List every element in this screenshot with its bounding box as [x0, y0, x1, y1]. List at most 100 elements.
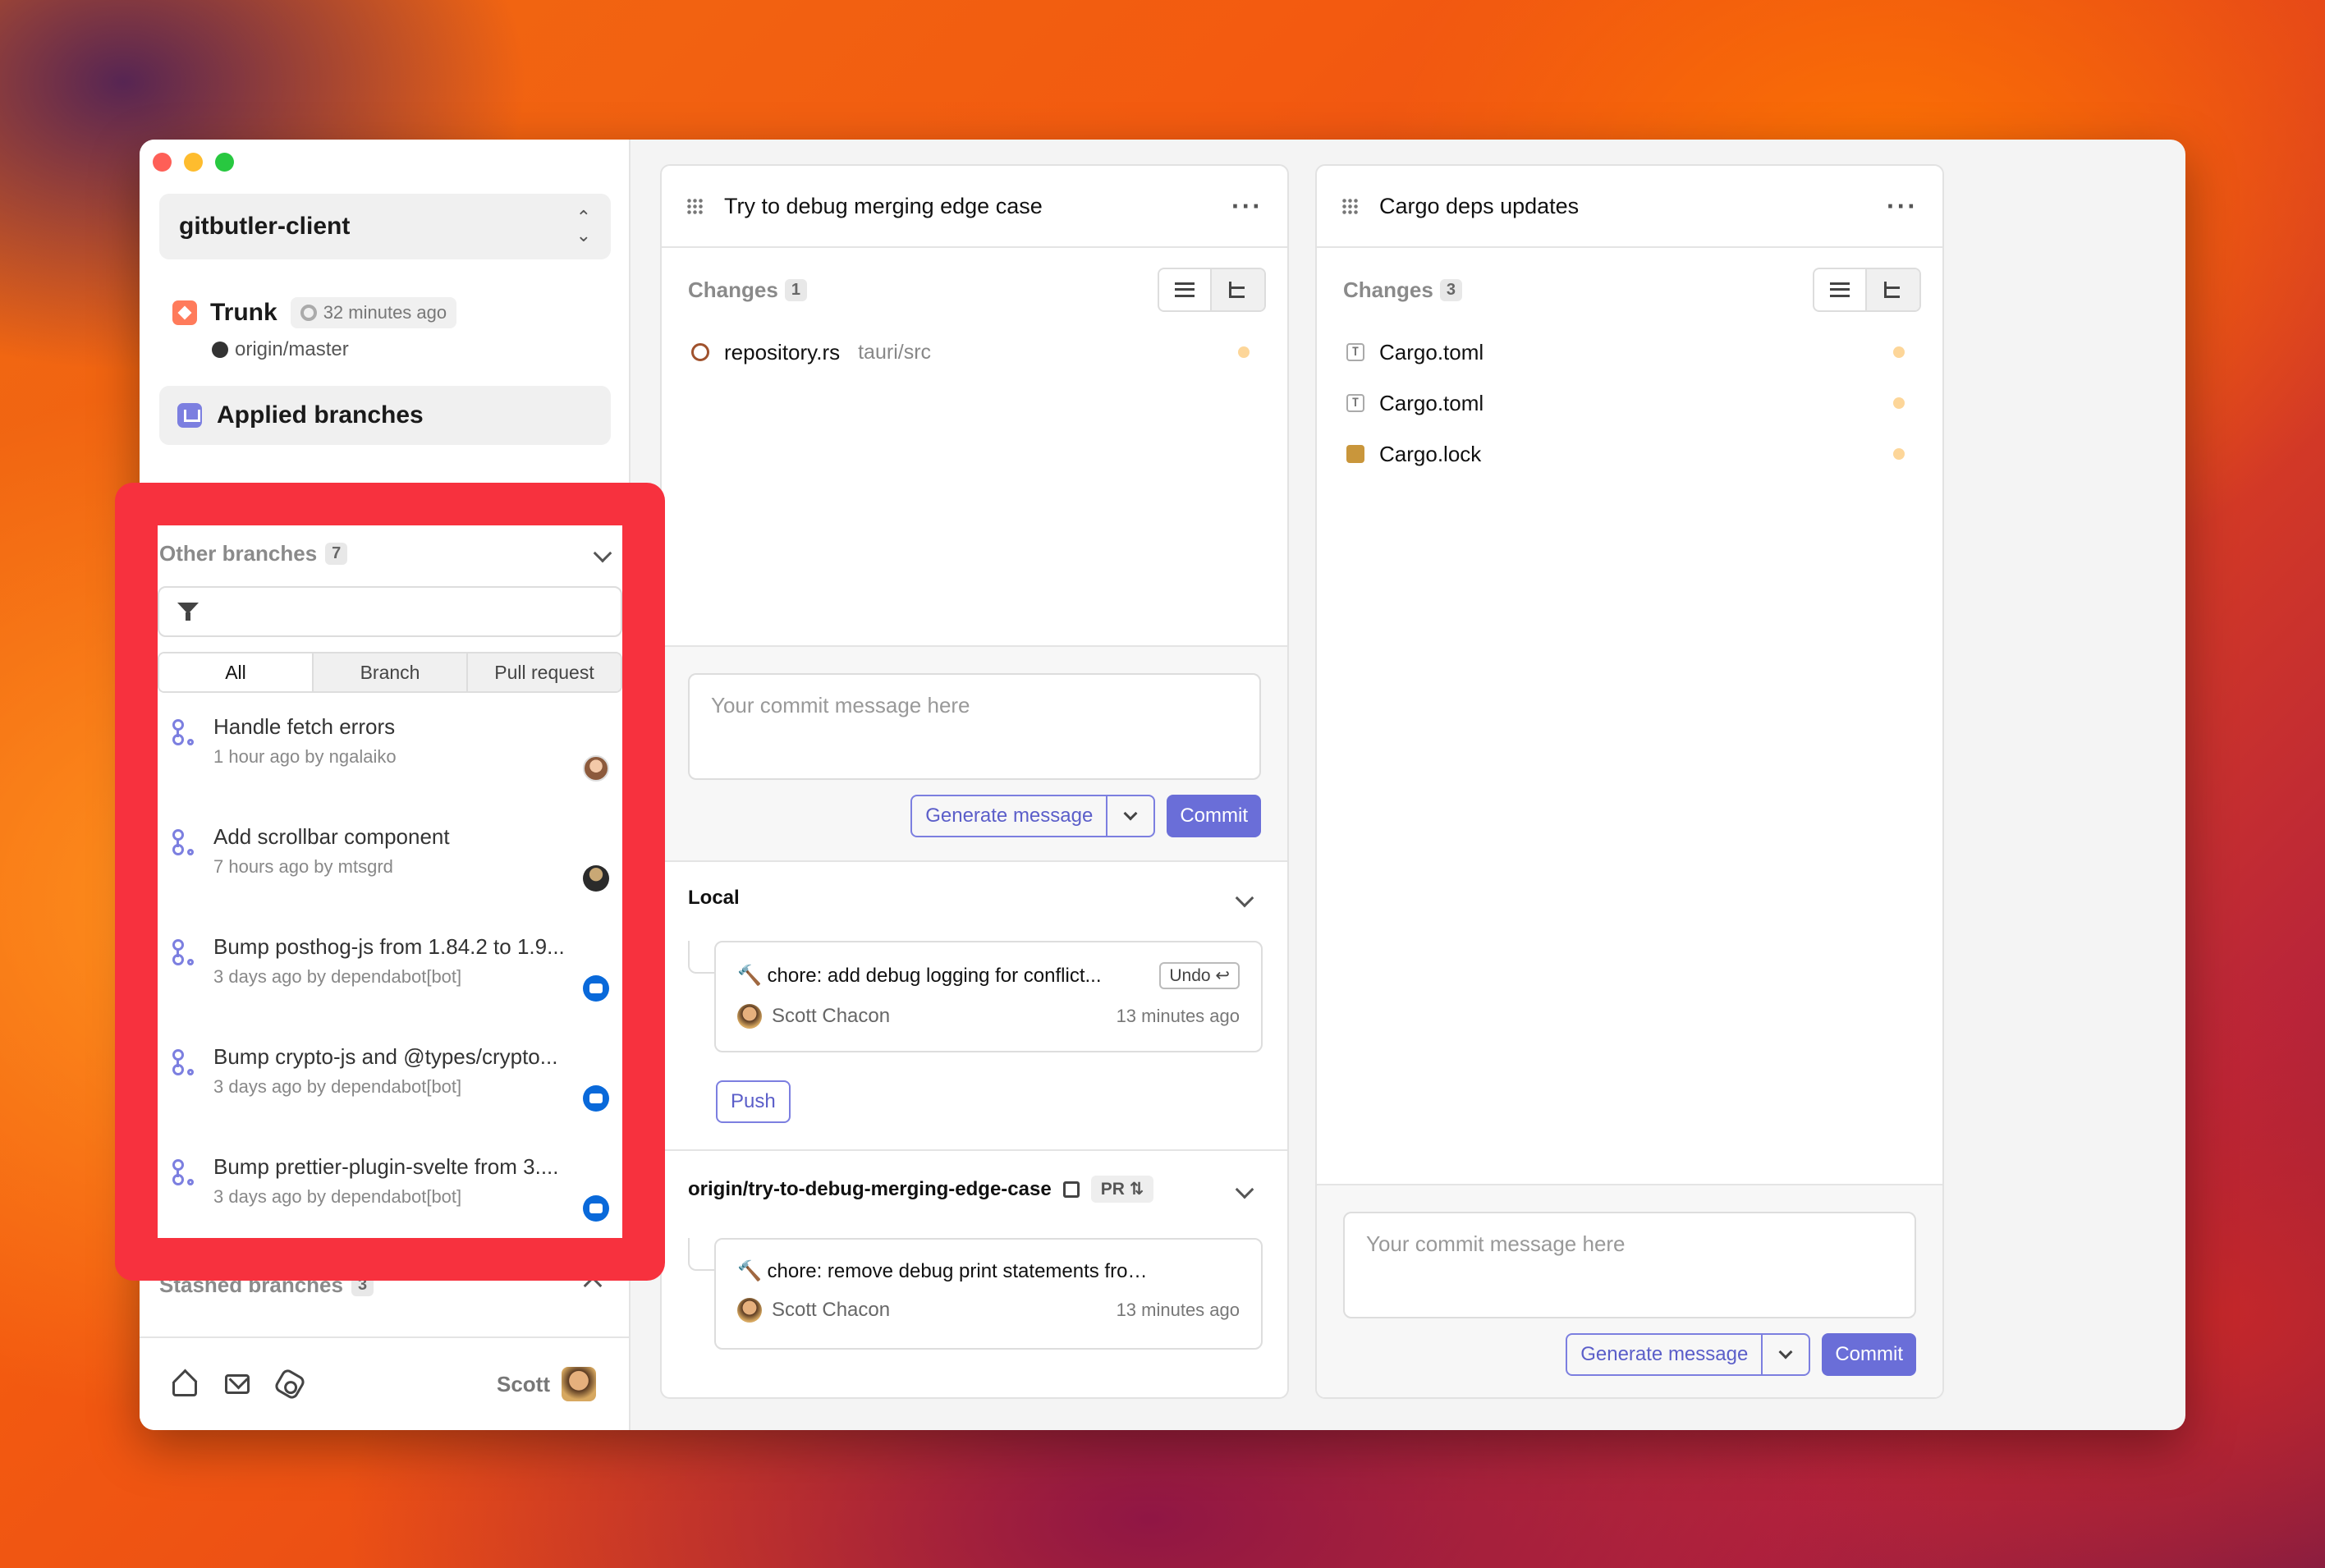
- window-controls: [153, 153, 234, 172]
- file-row[interactable]: T Cargo.toml: [1346, 378, 1916, 429]
- remote-branch-name[interactable]: origin/try-to-debug-merging-edge-case: [688, 1178, 1052, 1201]
- commit-area: Your commit message here Generate messag…: [1317, 1184, 1942, 1397]
- undo-button[interactable]: Undo ↩: [1159, 962, 1240, 989]
- modified-status-dot: [1893, 448, 1905, 460]
- remote-commits-section: origin/try-to-debug-merging-edge-case PR…: [662, 1149, 1287, 1397]
- list-item[interactable]: Add scrollbar component 7 hours ago by m…: [158, 824, 622, 934]
- commit-author: Scott Chacon: [737, 1298, 890, 1323]
- changes-count-badge: 1: [784, 278, 807, 301]
- external-link-icon[interactable]: [1062, 1181, 1080, 1198]
- list-item[interactable]: Bump crypto-js and @types/crypto... 3 da…: [158, 1044, 622, 1154]
- chevron-down-icon[interactable]: [1235, 888, 1254, 908]
- tab-pull-request[interactable]: Pull request: [468, 653, 621, 691]
- generate-options-dropdown[interactable]: [1107, 796, 1153, 836]
- changes-count-badge: 3: [1439, 278, 1462, 301]
- applied-branches-nav[interactable]: Applied branches: [159, 386, 611, 445]
- filter-icon: [177, 601, 199, 622]
- view-mode-toggle: [1813, 268, 1921, 312]
- list-item[interactable]: Bump posthog-js from 1.84.2 to 1.9... 3 …: [158, 934, 622, 1044]
- view-mode-toggle: [1158, 268, 1266, 312]
- changes-title: Changes 1: [688, 277, 807, 303]
- commit-author: Scott Chacon: [737, 1004, 890, 1029]
- mail-icon[interactable]: [225, 1374, 250, 1394]
- close-button[interactable]: [153, 153, 172, 172]
- trunk-remote: origin/master: [212, 338, 456, 361]
- pr-badge[interactable]: PR ⇅: [1090, 1176, 1154, 1203]
- remote-section-header[interactable]: origin/try-to-debug-merging-edge-case PR…: [662, 1151, 1287, 1203]
- branch-subtitle: 7 hours ago by mtsgrd: [213, 856, 393, 877]
- local-section-title: Local: [688, 887, 740, 909]
- modified-status-dot: [1893, 346, 1905, 358]
- file-row[interactable]: Cargo.lock: [1346, 429, 1916, 479]
- avatar: [583, 865, 609, 892]
- other-branches-header[interactable]: Other branches 7: [158, 525, 622, 571]
- generate-message-button[interactable]: Generate message: [1567, 1335, 1763, 1374]
- file-name: repository.rs: [724, 339, 841, 364]
- commit-card[interactable]: 🔨 chore: add debug logging for conflict.…: [714, 941, 1263, 1052]
- branch-subtitle: 3 days ago by dependabot[bot]: [213, 966, 462, 987]
- commit-graph-line: [688, 1238, 716, 1271]
- trunk-section[interactable]: Trunk 32 minutes ago origin/master: [172, 297, 457, 361]
- local-section-header[interactable]: Local: [662, 862, 1287, 910]
- avatar: [737, 1004, 762, 1029]
- home-icon[interactable]: [172, 1382, 197, 1396]
- avatar: [562, 1367, 596, 1401]
- drag-handle-icon[interactable]: [686, 198, 703, 214]
- commit-author-name: Scott Chacon: [772, 1299, 891, 1321]
- branch-title: Bump prettier-plugin-svelte from 3....: [213, 1154, 559, 1179]
- generate-message-button[interactable]: Generate message: [912, 796, 1108, 836]
- user-profile[interactable]: Scott: [497, 1367, 596, 1401]
- push-button[interactable]: Push: [716, 1080, 791, 1123]
- tree-view-button[interactable]: [1212, 269, 1264, 310]
- toml-file-icon: T: [1346, 394, 1364, 412]
- branch-title: Bump crypto-js and @types/crypto...: [213, 1044, 558, 1069]
- tree-view-button[interactable]: [1867, 269, 1919, 310]
- modified-status-dot: [1238, 346, 1250, 358]
- maximize-button[interactable]: [215, 153, 234, 172]
- tab-all[interactable]: All: [159, 653, 314, 691]
- commit-button[interactable]: Commit: [1822, 1333, 1916, 1376]
- lane-header[interactable]: Try to debug merging edge case ···: [662, 166, 1287, 248]
- drag-handle-icon[interactable]: [1341, 198, 1358, 214]
- more-options-icon[interactable]: ···: [1887, 191, 1918, 222]
- commit-message: 🔨 chore: add debug logging for conflict.…: [737, 965, 1102, 987]
- other-branches-count-badge: 7: [325, 542, 348, 565]
- generate-message-button-group: Generate message: [910, 795, 1156, 837]
- clock-icon: [300, 305, 317, 321]
- branch-subtitle: 1 hour ago by ngalaiko: [213, 746, 397, 767]
- file-name: Cargo.lock: [1379, 441, 1482, 466]
- commit-card[interactable]: 🔨 chore: remove debug print statements f…: [714, 1238, 1263, 1350]
- branch-type-tabs: All Branch Pull request: [158, 652, 622, 693]
- branch-title: Handle fetch errors: [213, 714, 396, 739]
- lock-file-icon: [1346, 445, 1364, 463]
- branch-lane-2: Cargo deps updates ··· Changes 3 T Cargo…: [1315, 164, 1944, 1399]
- pull-request-icon: [172, 719, 194, 745]
- file-row[interactable]: T Cargo.toml: [1346, 327, 1916, 378]
- lane-title[interactable]: Cargo deps updates: [1379, 194, 1579, 219]
- list-item[interactable]: Handle fetch errors 1 hour ago by ngalai…: [158, 714, 622, 824]
- branch-filter-input[interactable]: [158, 586, 622, 637]
- lane-header[interactable]: Cargo deps updates ···: [1317, 166, 1942, 248]
- generate-options-dropdown[interactable]: [1763, 1335, 1809, 1374]
- commit-button[interactable]: Commit: [1167, 795, 1261, 837]
- lane-title[interactable]: Try to debug merging edge case: [724, 194, 1043, 219]
- commit-message-input[interactable]: Your commit message here: [1343, 1212, 1916, 1318]
- changes-header: Changes 3: [1317, 248, 1942, 312]
- commit-message-input[interactable]: Your commit message here: [688, 673, 1261, 780]
- settings-icon[interactable]: [273, 1367, 307, 1401]
- modified-status-dot: [1893, 397, 1905, 409]
- chevron-down-icon[interactable]: [1235, 1180, 1254, 1199]
- tree-icon: [1884, 282, 1902, 298]
- toml-file-icon: T: [1346, 343, 1364, 361]
- minimize-button[interactable]: [184, 153, 203, 172]
- list-view-button[interactable]: [1159, 269, 1212, 310]
- other-branches-panel: Other branches 7 All Branch Pull request…: [158, 525, 622, 1238]
- file-row[interactable]: repository.rs tauri/src: [691, 327, 1261, 378]
- project-selector[interactable]: gitbutler-client ⌃ ⌄: [159, 194, 611, 259]
- chevron-down-icon[interactable]: [593, 543, 612, 563]
- tab-branch[interactable]: Branch: [314, 653, 468, 691]
- list-item[interactable]: Bump prettier-plugin-svelte from 3.... 3…: [158, 1154, 622, 1238]
- more-options-icon[interactable]: ···: [1231, 191, 1263, 222]
- file-list: T Cargo.toml T Cargo.toml Cargo.lock: [1317, 312, 1942, 479]
- list-view-button[interactable]: [1814, 269, 1867, 310]
